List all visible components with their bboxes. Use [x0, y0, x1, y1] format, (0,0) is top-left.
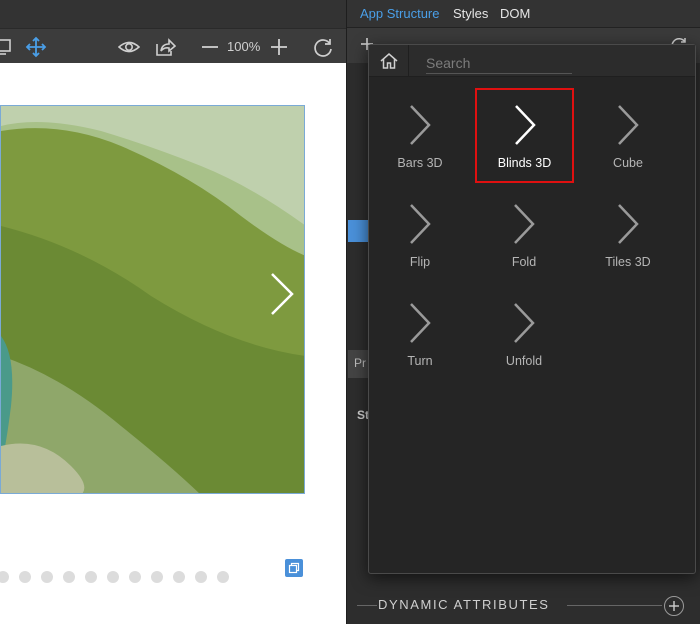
- pagination-dot[interactable]: [151, 571, 163, 583]
- slider-image[interactable]: [0, 105, 305, 494]
- slider-pagination: [0, 571, 240, 585]
- pagination-dot[interactable]: [173, 571, 185, 583]
- eye-icon[interactable]: [118, 36, 140, 58]
- dynamic-attributes-heading: DYNAMIC ATTRIBUTES: [378, 597, 550, 612]
- effect-cube[interactable]: Cube: [580, 90, 676, 182]
- copy-icon: [288, 562, 300, 574]
- effect-label: Tiles 3D: [605, 255, 651, 269]
- add-dynamic-attribute-button[interactable]: [664, 596, 684, 616]
- document-tab-bar: [0, 0, 346, 28]
- pagination-dot[interactable]: [63, 571, 75, 583]
- duplicate-button[interactable]: [285, 559, 303, 577]
- design-toolbar: 100%: [0, 28, 346, 63]
- effect-bars-3d[interactable]: Bars 3D: [372, 90, 468, 182]
- effect-label: Cube: [613, 156, 643, 170]
- chevron-right-icon: [410, 105, 431, 145]
- move-icon[interactable]: [25, 36, 47, 58]
- pagination-dot[interactable]: [85, 571, 97, 583]
- effect-label: Blinds 3D: [497, 156, 552, 170]
- zoom-level: 100%: [227, 39, 261, 54]
- divider: [567, 605, 662, 606]
- chevron-right-icon: [618, 105, 639, 145]
- properties-tab[interactable]: Pr: [348, 350, 370, 378]
- effect-fold[interactable]: Fold: [476, 189, 572, 281]
- design-area: 100%: [0, 0, 346, 624]
- pagination-dot[interactable]: [107, 571, 119, 583]
- chevron-right-icon: [410, 204, 431, 244]
- pagination-dot[interactable]: [19, 571, 31, 583]
- slider-next-arrow[interactable]: [266, 272, 296, 316]
- share-icon[interactable]: [154, 36, 176, 58]
- effect-flip[interactable]: Flip: [372, 189, 468, 281]
- pagination-dot[interactable]: [0, 571, 9, 583]
- pagination-dot[interactable]: [129, 571, 141, 583]
- divider: [357, 605, 377, 606]
- monitor-icon[interactable]: [0, 36, 14, 58]
- chevron-right-icon: [410, 303, 431, 343]
- tab-dom[interactable]: DOM: [500, 6, 530, 21]
- chevron-right-icon: [514, 105, 536, 145]
- zoom-in-icon[interactable]: [268, 36, 290, 58]
- home-icon: [380, 53, 397, 69]
- effect-label: Fold: [511, 255, 537, 269]
- home-button[interactable]: [369, 45, 409, 77]
- effect-unfold[interactable]: Unfold: [476, 288, 572, 380]
- effect-label: Turn: [407, 354, 433, 368]
- effect-blinds-3d[interactable]: Blinds 3D: [475, 88, 574, 183]
- effect-label: Unfold: [505, 354, 543, 368]
- refresh-icon[interactable]: [312, 36, 334, 58]
- effect-label: Bars 3D: [397, 156, 443, 170]
- chevron-right-icon: [514, 303, 535, 343]
- pagination-dot[interactable]: [41, 571, 53, 583]
- chevron-right-icon: [618, 204, 639, 244]
- tab-styles[interactable]: Styles: [453, 6, 488, 21]
- effect-tiles-3d[interactable]: Tiles 3D: [580, 189, 676, 281]
- chevron-right-icon: [514, 204, 535, 244]
- tab-app-structure[interactable]: App Structure: [360, 6, 440, 21]
- picker-header: [369, 45, 695, 77]
- selected-tree-node[interactable]: [348, 220, 370, 242]
- search-input[interactable]: [426, 52, 572, 74]
- pagination-dot[interactable]: [217, 571, 229, 583]
- panel-tab-bar: App Structure Styles DOM: [347, 0, 700, 28]
- plus-icon: [669, 601, 679, 611]
- pagination-dot[interactable]: [195, 571, 207, 583]
- landscape-image: [1, 106, 304, 493]
- effect-turn[interactable]: Turn: [372, 288, 468, 380]
- effect-label: Flip: [409, 255, 431, 269]
- zoom-out-icon[interactable]: [199, 36, 221, 58]
- effect-picker-popup: Bars 3D Blinds 3D Cube Flip Fold Tiles 3…: [368, 44, 696, 574]
